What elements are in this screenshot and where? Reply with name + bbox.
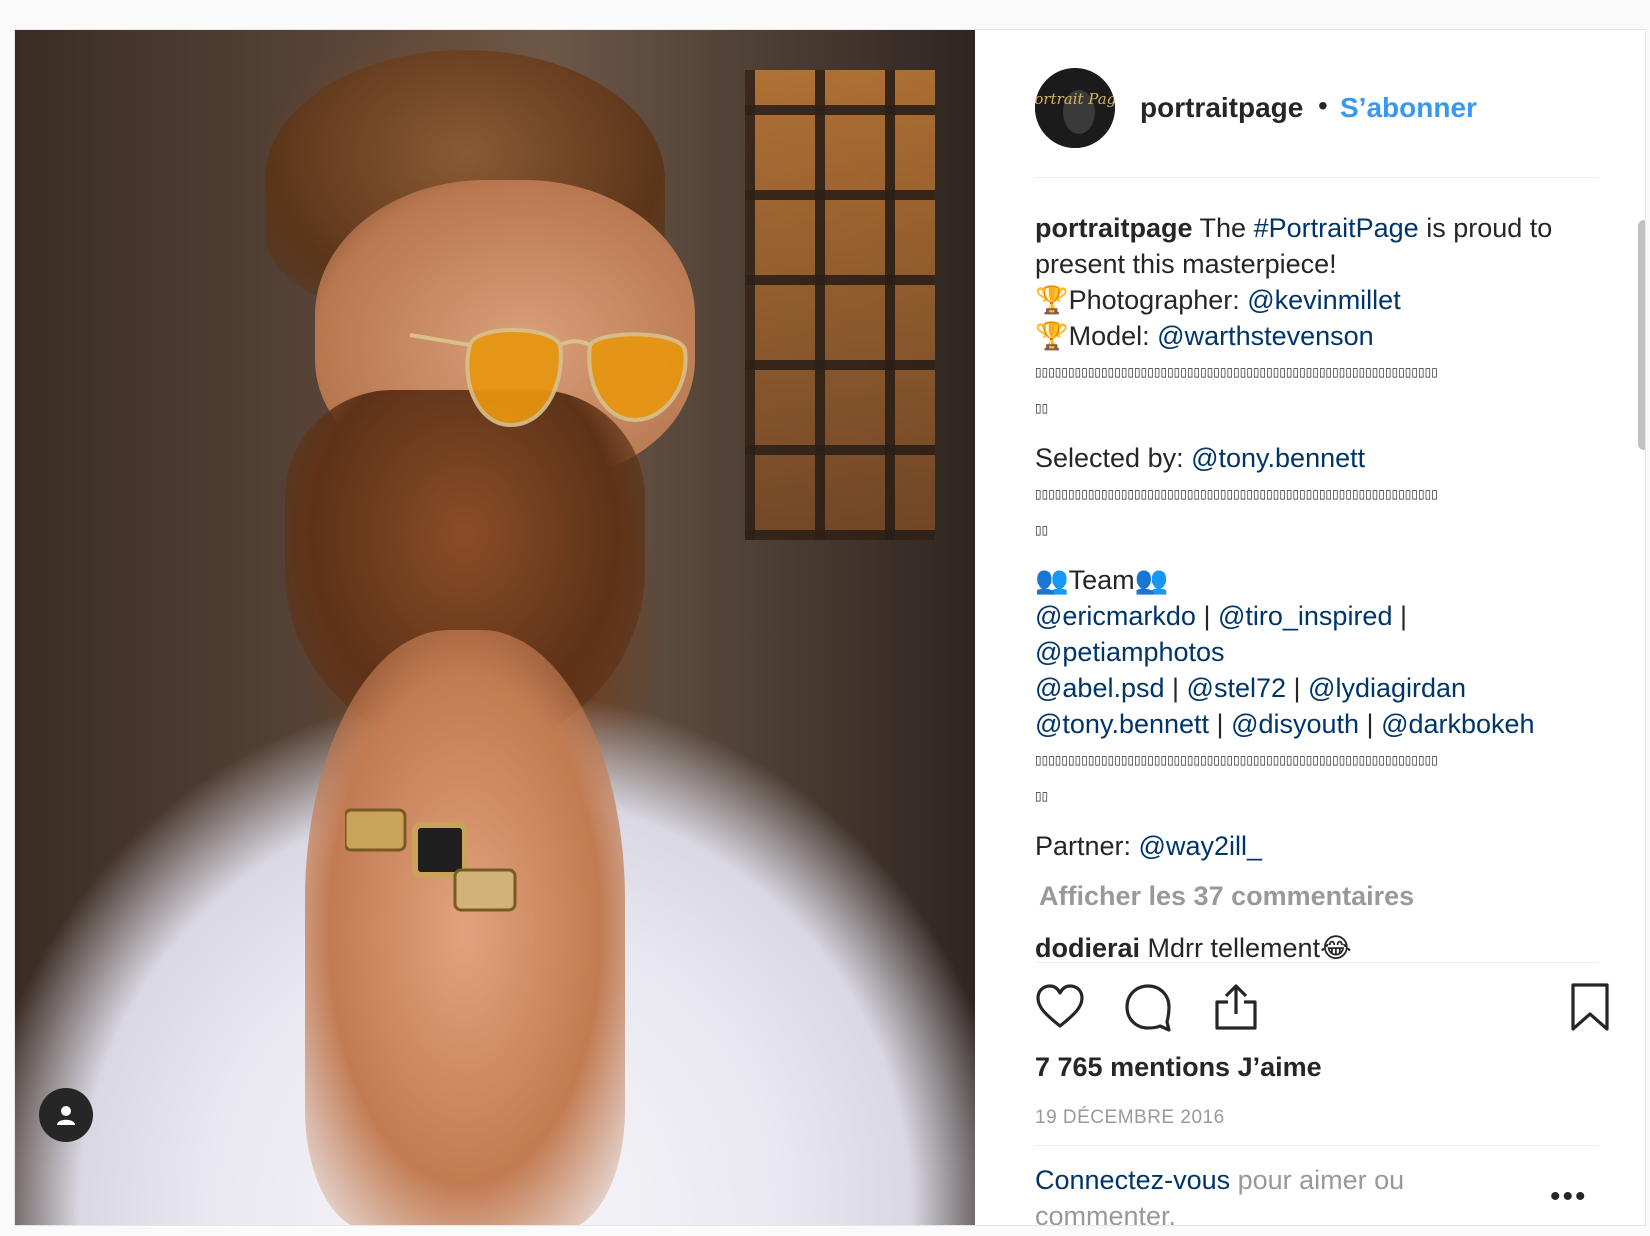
- avatar[interactable]: Portrait Page: [1035, 68, 1115, 148]
- more-options-button[interactable]: •••: [1550, 1180, 1588, 1214]
- selected-by-link[interactable]: @tony.bennett: [1191, 443, 1365, 473]
- comment-icon: [1125, 984, 1171, 1032]
- team-link[interactable]: @darkbokeh: [1381, 709, 1535, 739]
- view-all-comments-link[interactable]: Afficher les 37 commentaires: [1039, 878, 1595, 914]
- comments-panel[interactable]: portraitpage The #PortraitPage is proud …: [1035, 190, 1595, 960]
- separator: |: [1164, 673, 1187, 703]
- selected-label: Selected by:: [1035, 443, 1192, 473]
- model-label: Model:: [1068, 321, 1158, 351]
- team-link[interactable]: @lydiagirdan: [1308, 673, 1466, 703]
- laughing-emoji-icon: 😂: [1320, 933, 1352, 960]
- comment-button[interactable]: [1123, 982, 1175, 1034]
- post-card: Portrait Page portraitpage • S’abonner p…: [14, 29, 1646, 1226]
- caption-username[interactable]: portraitpage: [1035, 213, 1193, 243]
- hashtag-link[interactable]: #PortraitPage: [1254, 213, 1419, 243]
- share-icon: [1215, 984, 1257, 1030]
- separator: |: [1286, 673, 1309, 703]
- team-link[interactable]: @tiro_inspired: [1218, 601, 1393, 631]
- photo-rings: [345, 808, 517, 912]
- caption-text: The: [1192, 213, 1254, 243]
- post-header: Portrait Page portraitpage • S’abonner: [975, 30, 1645, 190]
- team-link[interactable]: @petiamphotos: [1035, 637, 1225, 667]
- photographer-link[interactable]: @kevinmillet: [1247, 285, 1400, 315]
- portraitpage-logo: Portrait Page: [1035, 68, 1115, 148]
- heart-icon: [1036, 984, 1084, 1028]
- separator: |: [1392, 601, 1407, 631]
- photographer-label: Photographer:: [1068, 285, 1248, 315]
- likes-count[interactable]: 7 765 mentions J’aime: [1035, 1052, 1322, 1083]
- separator: |: [1209, 709, 1232, 739]
- comment-item: dodierai Mdrr tellement😂: [1035, 930, 1595, 960]
- placeholder-boxes: ▯▯▯▯▯▯▯▯▯▯▯▯▯▯▯▯▯▯▯▯▯▯▯▯▯▯▯▯▯▯▯▯▯▯▯▯▯▯▯▯…: [1035, 487, 1438, 501]
- photo-sunglasses: [409, 328, 688, 428]
- footer-divider: [1035, 1145, 1599, 1146]
- placeholder-boxes: ▯▯: [1035, 523, 1049, 537]
- svg-text:Portrait Page: Portrait Page: [1035, 90, 1115, 108]
- trophy-icon: 🏆: [1035, 321, 1069, 351]
- user-icon: [57, 1106, 75, 1125]
- placeholder-boxes: ▯▯▯▯▯▯▯▯▯▯▯▯▯▯▯▯▯▯▯▯▯▯▯▯▯▯▯▯▯▯▯▯▯▯▯▯▯▯▯▯…: [1035, 753, 1438, 767]
- login-prompt: Connectez-vous pour aimer ou commenter.: [1035, 1162, 1465, 1225]
- placeholder-boxes: ▯▯: [1035, 401, 1049, 415]
- share-button[interactable]: [1211, 982, 1263, 1034]
- placeholder-boxes: ▯▯: [1035, 789, 1049, 803]
- like-button[interactable]: [1035, 982, 1087, 1034]
- team-link[interactable]: @stel72: [1187, 673, 1286, 703]
- follow-button[interactable]: S’abonner: [1340, 92, 1477, 124]
- post-sidebar: Portrait Page portraitpage • S’abonner p…: [975, 30, 1645, 1225]
- separator-dot: •: [1318, 90, 1328, 121]
- partner-link[interactable]: @way2ill_: [1139, 831, 1262, 861]
- separator: |: [1195, 601, 1218, 631]
- separator: |: [1359, 709, 1382, 739]
- model-link[interactable]: @warthstevenson: [1157, 321, 1374, 351]
- team-link[interactable]: @ericmarkdo: [1035, 601, 1196, 631]
- bookmark-icon: [1571, 983, 1609, 1031]
- comment-text: Mdrr tellement: [1140, 933, 1321, 960]
- team-label: Team: [1068, 565, 1135, 595]
- trophy-icon: 🏆: [1035, 285, 1069, 315]
- action-bar: [1035, 970, 1609, 1040]
- team-link[interactable]: @abel.psd: [1035, 673, 1165, 703]
- actions-divider: [1035, 962, 1599, 963]
- login-link[interactable]: Connectez-vous: [1035, 1165, 1230, 1195]
- partner-label: Partner:: [1035, 831, 1139, 861]
- comment-username[interactable]: dodierai: [1035, 933, 1140, 960]
- background-window: [745, 70, 935, 540]
- team-link[interactable]: @tony.bennett: [1035, 709, 1209, 739]
- caption: portraitpage The #PortraitPage is proud …: [1035, 210, 1595, 864]
- save-button[interactable]: [1565, 982, 1617, 1034]
- post-username[interactable]: portraitpage: [1140, 92, 1303, 124]
- team-icon: 👥: [1134, 565, 1169, 595]
- scrollbar-thumb[interactable]: [1638, 220, 1645, 450]
- header-divider: [1035, 177, 1599, 178]
- comments-scrollbar[interactable]: [1636, 190, 1645, 960]
- team-icon: 👥: [1035, 565, 1069, 595]
- placeholder-boxes: ▯▯▯▯▯▯▯▯▯▯▯▯▯▯▯▯▯▯▯▯▯▯▯▯▯▯▯▯▯▯▯▯▯▯▯▯▯▯▯▯…: [1035, 365, 1438, 379]
- post-date: 19 DÉCEMBRE 2016: [1035, 1107, 1225, 1128]
- photo-hands: [305, 630, 625, 1225]
- post-photo[interactable]: [15, 30, 975, 1225]
- team-link[interactable]: @disyouth: [1231, 709, 1359, 739]
- tagged-people-button[interactable]: [39, 1088, 93, 1142]
